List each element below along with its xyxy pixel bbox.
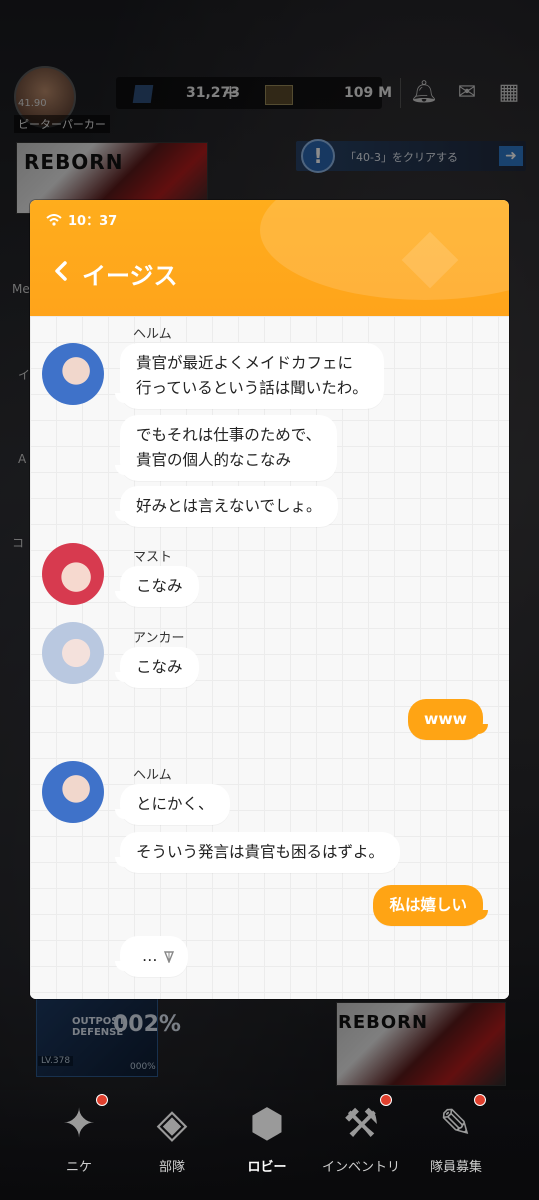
- helm-avatar[interactable]: [42, 343, 104, 405]
- message-bubble: こなみ: [115, 647, 199, 688]
- typing-bubble: …: [115, 936, 188, 977]
- nav-squad[interactable]: ◈ 部隊: [127, 1090, 217, 1190]
- message-bubble: こなみ: [115, 566, 199, 607]
- nav-inventory[interactable]: ⚒ インベントリ: [316, 1090, 406, 1190]
- squad-icon: ◈: [156, 1101, 188, 1147]
- inventory-icon: ⚒: [343, 1101, 379, 1147]
- nikke-icon: ✦: [62, 1101, 96, 1147]
- nav-nikke-badge: [96, 1094, 108, 1106]
- message-bubble: とにかく、: [115, 784, 230, 825]
- message-bubble: でもそれは仕事のためで、 貴官の個人的なこなみ: [114, 415, 338, 481]
- nav-nikke[interactable]: ✦ ニケ: [34, 1090, 124, 1190]
- wifi-icon: [46, 214, 62, 226]
- nav-inventory-badge: [380, 1094, 392, 1106]
- typing-text: …: [142, 947, 158, 965]
- lobby-icon: ⬢: [249, 1101, 285, 1147]
- nav-recruit-badge: [474, 1094, 486, 1106]
- message-bubble: 貴官が最近よくメイドカフェに 行っているという話は聞いたわ。: [115, 343, 384, 409]
- pen-icon: [163, 950, 174, 963]
- mast-avatar[interactable]: [42, 543, 104, 605]
- helm-avatar-2[interactable]: [42, 761, 104, 823]
- message-bubble: そういう発言は貴官も困るはずよ。: [114, 832, 401, 873]
- my-message-bubble: www: [408, 699, 488, 740]
- sender-name: ヘルム: [133, 768, 172, 783]
- anchor-avatar[interactable]: [42, 622, 104, 684]
- sender-name: アンカー: [133, 631, 185, 646]
- my-message-bubble: 私は嬉しい: [373, 885, 488, 926]
- status-time: 10：37: [68, 214, 118, 229]
- nav-lobby[interactable]: ⬢ ロビー: [222, 1090, 312, 1190]
- nav-recruit[interactable]: ✎ 隊員募集: [411, 1090, 501, 1190]
- back-arrow-icon[interactable]: [50, 256, 74, 286]
- sender-name: ヘルム: [133, 327, 172, 342]
- chat-title: イージス: [82, 262, 178, 290]
- message-bubble: 好みとは言えないでしょ。: [115, 486, 338, 527]
- chat-header: 10：37 イージス: [30, 200, 509, 316]
- chat-window: 10：37 イージス ヘルム 貴官が最近よくメイドカフェに 行っているという話は…: [30, 200, 509, 999]
- sender-name: マスト: [133, 550, 173, 565]
- status-bar: 10：37: [46, 210, 117, 229]
- recruit-icon: ✎: [439, 1101, 473, 1147]
